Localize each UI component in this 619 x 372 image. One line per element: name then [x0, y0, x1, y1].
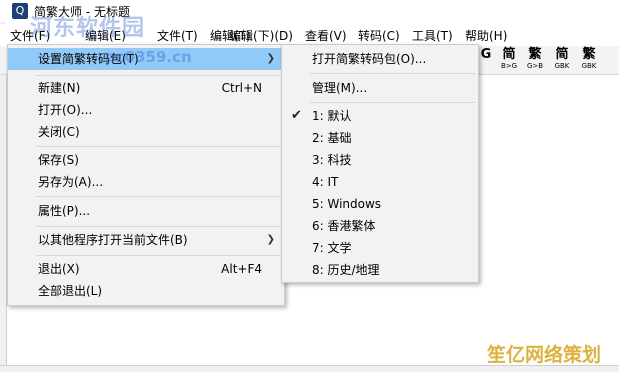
submenu-item-manage[interactable]: 管理(M)... — [282, 77, 478, 99]
chevron-right-icon: ❯ — [266, 234, 275, 245]
menu-item-open[interactable]: 打开(O)... — [8, 99, 284, 121]
menu-file-2[interactable]: 文件(T) — [157, 27, 198, 44]
divider — [36, 75, 282, 76]
menu-item-exit[interactable]: 退出(X) Alt+F4 — [8, 258, 284, 280]
menu-tools[interactable]: 工具(T) — [412, 27, 453, 44]
menu-item-new[interactable]: 新建(N) Ctrl+N — [8, 77, 284, 99]
toolbar-button-simplified-gbk[interactable]: 简 GBK — [550, 48, 574, 72]
submenu-item-tech[interactable]: 3: 科技 — [282, 149, 478, 171]
menu-help[interactable]: 帮助(H) — [465, 27, 507, 44]
menu-item-open-with[interactable]: 以其他程序打开当前文件(B) ❯ — [8, 229, 284, 251]
divider — [36, 196, 282, 197]
submenu-item-basic[interactable]: 2: 基础 — [282, 127, 478, 149]
watermark-domain: pc0359.cn — [105, 48, 192, 66]
menu-item-save[interactable]: 保存(S) — [8, 149, 284, 171]
app-icon: Q — [12, 3, 28, 19]
conversion-pack-submenu: 打开简繁转码包(O)... 管理(M)... ✔ 1: 默认 2: 基础 3: … — [281, 44, 479, 283]
divider — [36, 146, 282, 147]
divider — [310, 102, 476, 103]
menu-convert[interactable]: 转码(C) — [358, 27, 400, 44]
file-menu: 设置简繁转码包(T) ❯ 新建(N) Ctrl+N 打开(O)... 关闭(C)… — [7, 44, 285, 306]
divider — [36, 255, 282, 256]
menu-item-close[interactable]: 关闭(C) — [8, 121, 284, 143]
divider — [36, 226, 282, 227]
divider — [310, 73, 476, 74]
menu-item-exit-all[interactable]: 全部退出(L) — [8, 280, 284, 302]
submenu-item-history-geo[interactable]: 8: 历史/地理 — [282, 259, 478, 281]
watermark-logo: 河东软件园 — [30, 16, 146, 41]
toolbar-button-b2g[interactable]: 简 B>G — [497, 48, 521, 72]
checkmark-icon: ✔ — [291, 108, 302, 123]
submenu-item-open-pack[interactable]: 打开简繁转码包(O)... — [282, 48, 478, 70]
submenu-item-default[interactable]: ✔ 1: 默认 — [282, 105, 478, 127]
chevron-right-icon: ❯ — [266, 53, 275, 64]
menu-view[interactable]: 查看(V) — [305, 27, 347, 44]
watermark-corner: 笙亿网络策划 — [487, 344, 602, 366]
submenu-item-windows[interactable]: 5: Windows — [282, 193, 478, 215]
submenu-item-hk-traditional[interactable]: 6: 香港繁体 — [282, 215, 478, 237]
menu-edit-d[interactable]: 编辑(下)(D) — [229, 27, 293, 44]
menu-item-save-as[interactable]: 另存为(A)... — [8, 171, 284, 193]
submenu-item-it[interactable]: 4: IT — [282, 171, 478, 193]
menu-item-properties[interactable]: 属性(P)... — [8, 200, 284, 222]
submenu-item-literature[interactable]: 7: 文学 — [282, 237, 478, 259]
toolbar-button-traditional-gbk[interactable]: 繁 GBK — [577, 48, 601, 72]
toolbar-button-g2b[interactable]: 繁 G>B — [523, 48, 547, 72]
